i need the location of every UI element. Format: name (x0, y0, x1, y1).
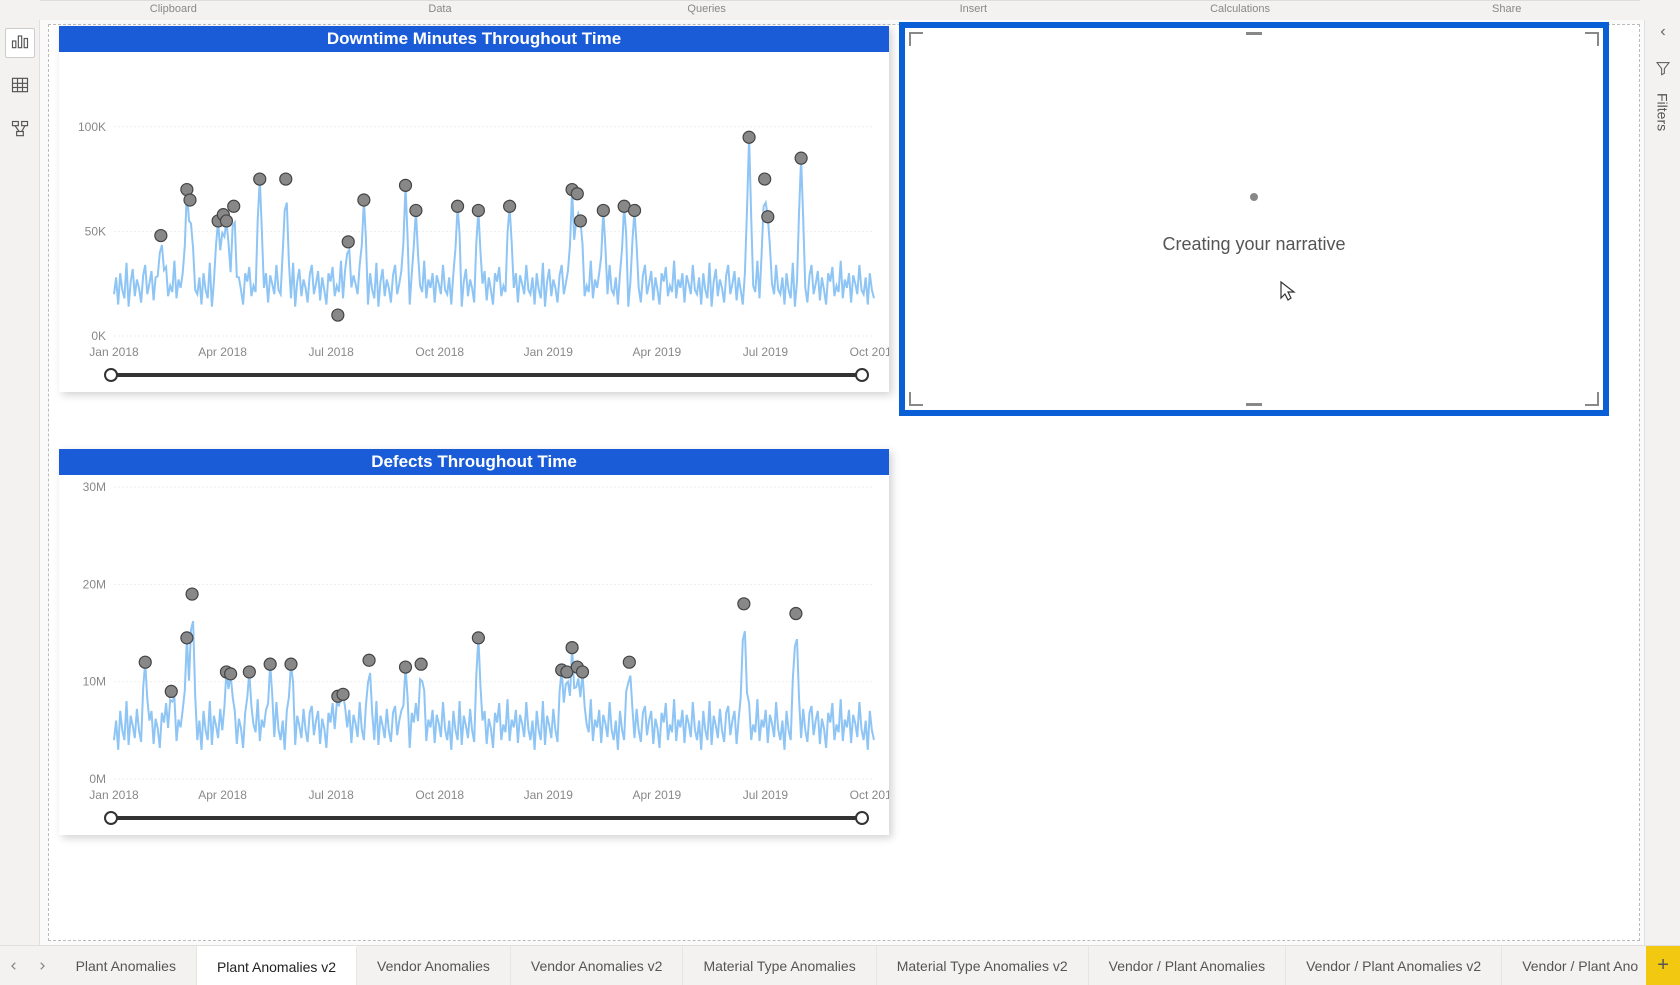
chevron-left-icon (1657, 25, 1669, 43)
data-view-button[interactable] (5, 72, 35, 102)
ribbon-group-calculations: Calculations (1107, 0, 1374, 20)
resize-handle-tl[interactable] (909, 32, 923, 46)
resize-handle-tr[interactable] (1585, 32, 1599, 46)
svg-text:Jan 2018: Jan 2018 (89, 788, 139, 802)
page-tab[interactable]: Vendor Anomalies v2 (511, 946, 684, 985)
chart-title: Downtime Minutes Throughout Time (59, 26, 889, 52)
resize-handle-top[interactable] (1246, 32, 1262, 35)
svg-text:100K: 100K (78, 120, 106, 134)
page-tab[interactable]: Material Type Anomalies (683, 946, 876, 985)
page-tab[interactable]: Plant Anomalies (56, 946, 197, 985)
svg-text:30M: 30M (83, 480, 106, 494)
svg-text:Oct 2019: Oct 2019 (850, 345, 889, 359)
expand-filters-button[interactable] (1645, 20, 1680, 48)
page-tab[interactable]: Vendor / Plant Ano (1502, 946, 1646, 985)
svg-text:Jul 2018: Jul 2018 (308, 345, 354, 359)
svg-text:Oct 2018: Oct 2018 (415, 788, 464, 802)
svg-text:Jul 2018: Jul 2018 (308, 788, 354, 802)
resize-handle-br[interactable] (1585, 392, 1599, 406)
svg-text:50K: 50K (85, 224, 106, 238)
report-view-button[interactable] (5, 28, 35, 58)
model-icon (10, 119, 30, 144)
downtime-chart-visual[interactable]: Downtime Minutes Throughout Time 0K 50K 10… (59, 26, 889, 392)
slider-handle-left[interactable] (104, 811, 118, 825)
filters-pane-collapsed: Filters (1644, 20, 1680, 945)
svg-text:Apr 2018: Apr 2018 (198, 788, 247, 802)
svg-text:Jan 2019: Jan 2019 (524, 788, 574, 802)
resize-handle-bl[interactable] (909, 392, 923, 406)
svg-text:0M: 0M (89, 772, 106, 786)
svg-text:Apr 2018: Apr 2018 (198, 345, 247, 359)
svg-text:Jul 2019: Jul 2019 (743, 788, 789, 802)
bar-chart-icon (10, 31, 30, 56)
page-tab-bar: Plant AnomaliesPlant Anomalies v2Vendor … (0, 945, 1680, 985)
cursor-icon (1279, 280, 1297, 308)
ribbon-group-labels: Clipboard Data Queries Insert Calculatio… (40, 0, 1640, 20)
svg-text:Oct 2019: Oct 2019 (850, 788, 889, 802)
page-tab[interactable]: Plant Anomalies v2 (197, 946, 357, 985)
svg-text:Jan 2018: Jan 2018 (89, 345, 139, 359)
narrative-loading: Creating your narrative (909, 193, 1599, 255)
loading-dot-icon (1250, 193, 1258, 201)
ribbon-group-clipboard: Clipboard (40, 0, 307, 20)
svg-text:10M: 10M (83, 675, 106, 689)
page-tab[interactable]: Vendor / Plant Anomalies (1089, 946, 1286, 985)
date-range-slider[interactable] (104, 811, 869, 825)
slider-handle-left[interactable] (104, 368, 118, 382)
smart-narrative-visual[interactable]: Creating your narrative (899, 22, 1609, 416)
chart-title: Defects Throughout Time (59, 449, 889, 475)
filters-label[interactable]: Filters (1655, 93, 1671, 131)
svg-text:Apr 2019: Apr 2019 (633, 345, 682, 359)
ribbon-group-insert: Insert (840, 0, 1107, 20)
page-tab[interactable]: Material Type Anomalies v2 (877, 946, 1089, 985)
svg-text:20M: 20M (83, 577, 106, 591)
ribbon-group-queries: Queries (573, 0, 840, 20)
plus-icon: + (1657, 954, 1669, 977)
ribbon-group-data: Data (307, 0, 574, 20)
table-icon (10, 75, 30, 100)
resize-handle-bottom[interactable] (1246, 403, 1262, 406)
chart-plot-area[interactable]: 0M 10M 20M 30M Jan 2018 Apr 2018 Jul 2018 Oct 2… (59, 475, 889, 835)
page-tab[interactable]: Vendor Anomalies (357, 946, 511, 985)
svg-text:Oct 2018: Oct 2018 (415, 345, 464, 359)
svg-text:Jul 2019: Jul 2019 (743, 345, 789, 359)
svg-text:Apr 2019: Apr 2019 (633, 788, 682, 802)
add-page-button[interactable]: + (1646, 946, 1680, 985)
model-view-button[interactable] (5, 116, 35, 146)
ribbon-group-share: Share (1373, 0, 1640, 20)
defects-chart-visual[interactable]: Defects Throughout Time 0M 10M 20M 30M Jan 2… (59, 449, 889, 835)
page-tab[interactable]: Vendor / Plant Anomalies v2 (1286, 946, 1502, 985)
report-page[interactable]: Downtime Minutes Throughout Time 0K 50K 10… (48, 24, 1640, 941)
chart-plot-area[interactable]: 0K 50K 100K Jan 2018 Apr 2018 Jul 2018 Oct 201… (59, 52, 889, 392)
slider-handle-right[interactable] (855, 811, 869, 825)
slider-handle-right[interactable] (855, 368, 869, 382)
tab-scroll-right-button[interactable] (28, 946, 56, 985)
svg-text:Jan 2019: Jan 2019 (524, 345, 574, 359)
tab-scroll-left-button[interactable] (0, 946, 28, 985)
narrative-loading-text: Creating your narrative (1162, 234, 1345, 254)
view-rail (0, 20, 40, 945)
date-range-slider[interactable] (104, 368, 869, 382)
svg-text:0K: 0K (91, 329, 106, 343)
report-canvas: Downtime Minutes Throughout Time 0K 50K 10… (40, 20, 1644, 945)
filter-icon (1645, 60, 1680, 81)
